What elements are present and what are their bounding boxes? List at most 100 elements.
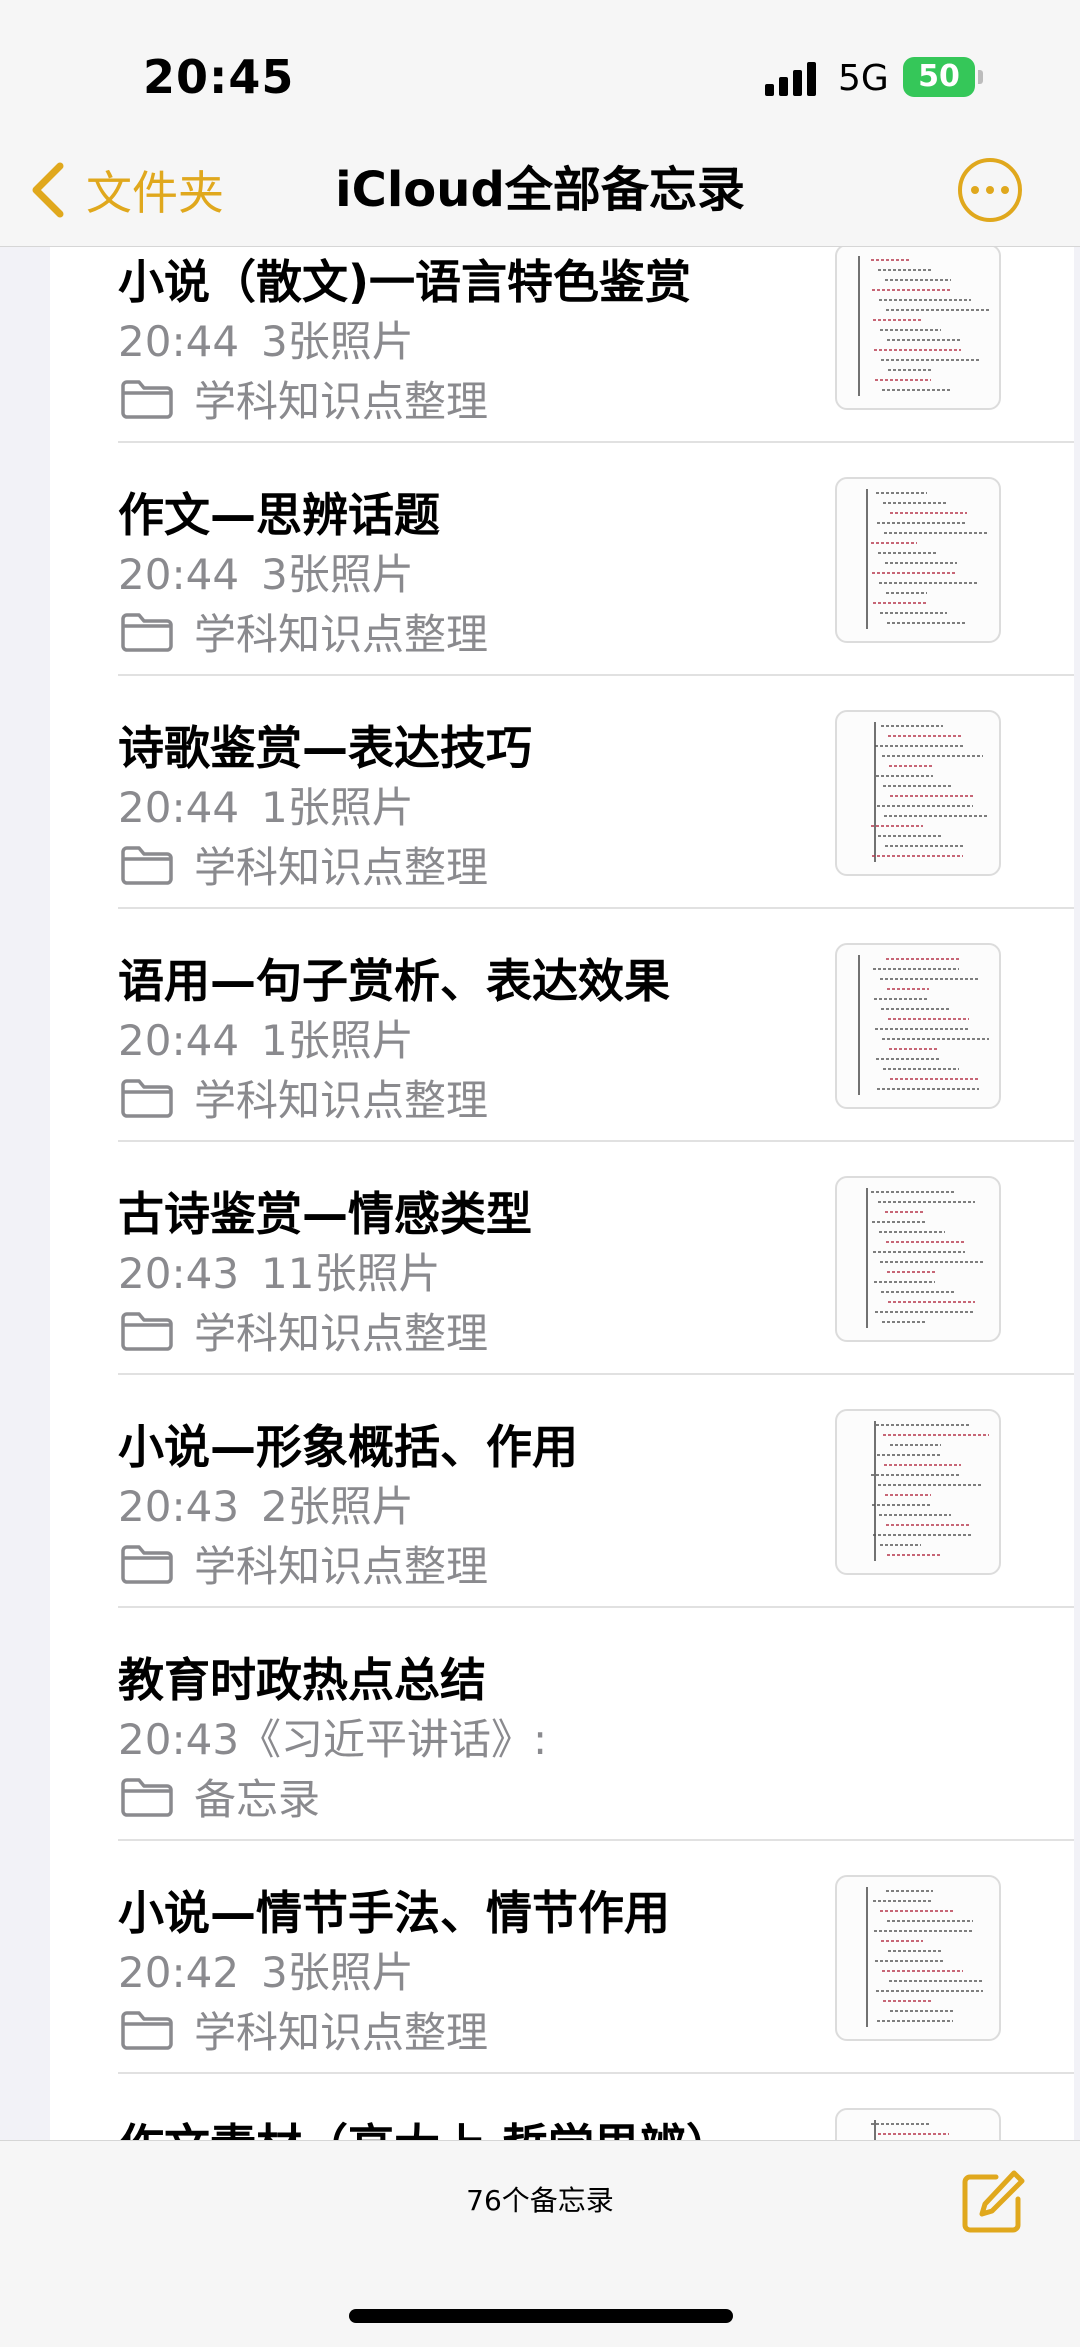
home-indicator xyxy=(349,2309,733,2323)
page-title: iCloud全部备忘录 xyxy=(335,162,745,218)
folder-label: 学科知识点整理 xyxy=(194,843,489,892)
note-time: 20:43 xyxy=(118,1715,240,1764)
folder-label: 学科知识点整理 xyxy=(194,610,489,659)
note-thumbnail xyxy=(835,710,1001,876)
nav-bar: 文件夹 iCloud全部备忘录 xyxy=(0,150,1080,247)
note-thumbnail xyxy=(835,1409,1001,1575)
note-meta: 20:44 1张照片 xyxy=(118,774,414,835)
handwritten-notes-image xyxy=(858,955,989,1095)
note-title: 小说—情节手法、情节作用 xyxy=(118,1886,670,1940)
notes-screen: 20:45 5G 50 文件夹 iCloud全部备忘录 小说（散文)一语言特色鉴… xyxy=(0,0,1080,2347)
notes-list-container[interactable]: 小说（散文)一语言特色鉴赏 20:44 3张照片 学科知识点整理 作文—思辨话题 20:4… xyxy=(50,246,1074,2140)
note-preview: 11张照片 xyxy=(261,1249,441,1298)
note-time: 20:43 xyxy=(118,1482,240,1531)
note-title: 诗歌鉴赏—表达技巧 xyxy=(118,721,532,775)
note-meta: 20:42 3张照片 xyxy=(118,1939,414,2000)
folder-icon xyxy=(121,1311,173,1351)
more-dot xyxy=(1001,186,1009,194)
note-folder: 学科知识点整理 xyxy=(120,1533,488,1594)
note-row[interactable]: 教育时政热点总结 20:43《习近平讲话》: 备忘录 xyxy=(50,1608,1074,1841)
folder-icon xyxy=(121,612,173,652)
note-time: 20:43 xyxy=(118,1249,240,1298)
handwritten-notes-image xyxy=(866,489,987,629)
note-row[interactable]: 小说—情节手法、情节作用 20:42 3张照片学科知识点整理 xyxy=(50,1841,1074,2074)
note-preview: 1张照片 xyxy=(261,1016,414,1065)
folder-label: 学科知识点整理 xyxy=(194,1076,489,1125)
note-row[interactable]: 古诗鉴赏—情感类型 20:43 11张照片学科知识点整理 xyxy=(50,1142,1074,1375)
folder-label: 学科知识点整理 xyxy=(194,1309,489,1358)
note-row[interactable]: 作文素材（高大上 哲学思辨） xyxy=(50,2074,1074,2140)
handwritten-notes-image xyxy=(871,2120,949,2140)
note-time: 20:44 xyxy=(118,1016,240,1065)
note-row[interactable]: 作文—思辨话题 20:44 3张照片学科知识点整理 xyxy=(50,443,1074,676)
note-time: 20:44 xyxy=(118,317,240,366)
folder-icon xyxy=(121,845,173,885)
cellular-signal-icon xyxy=(765,62,816,96)
note-count: 76个备忘录 xyxy=(466,2184,614,2217)
note-title: 教育时政热点总结 xyxy=(118,1653,486,1707)
note-folder: 学科知识点整理 xyxy=(120,1300,488,1361)
note-preview: 2张照片 xyxy=(261,1482,414,1531)
network-type: 5G xyxy=(838,58,889,99)
note-folder: 学科知识点整理 xyxy=(120,368,488,429)
note-thumbnail xyxy=(835,943,1001,1109)
note-title: 作文素材（高大上 哲学思辨） xyxy=(118,2110,838,2140)
more-dot xyxy=(986,186,994,194)
note-title: 小说（散文)一语言特色鉴赏 xyxy=(118,255,692,309)
compose-icon[interactable] xyxy=(960,2169,1026,2235)
folder-icon xyxy=(121,1777,173,1817)
folder-icon xyxy=(121,379,173,419)
folder-icon xyxy=(121,1544,173,1584)
note-time: 20:44 xyxy=(118,550,240,599)
note-thumbnail xyxy=(835,477,1001,643)
note-meta: 20:44 1张照片 xyxy=(118,1007,414,1068)
note-title: 古诗鉴赏—情感类型 xyxy=(118,1187,532,1241)
note-time: 20:44 xyxy=(118,783,240,832)
folder-label: 学科知识点整理 xyxy=(194,1542,489,1591)
status-time: 20:45 xyxy=(143,50,295,104)
folder-label: 备忘录 xyxy=(194,1775,321,1824)
note-row[interactable]: 小说（散文)一语言特色鉴赏 20:44 3张照片学科知识点整理 xyxy=(50,246,1074,443)
battery-level: 50 xyxy=(918,59,960,94)
folder-label: 学科知识点整理 xyxy=(194,377,489,426)
note-meta: 20:43 11张照片 xyxy=(118,1240,441,1301)
note-folder: 学科知识点整理 xyxy=(120,601,488,662)
note-meta: 20:43《习近平讲话》: xyxy=(118,1706,547,1767)
note-thumbnail xyxy=(835,2108,1001,2140)
note-title: 作文—思辨话题 xyxy=(118,488,440,542)
note-row[interactable]: 语用—句子赏析、表达效果 20:44 1张照片学科知识点整理 xyxy=(50,909,1074,1142)
status-bar: 20:45 5G 50 xyxy=(0,0,1080,150)
handwritten-notes-image xyxy=(866,1188,985,1328)
more-dot xyxy=(971,186,979,194)
note-folder: 学科知识点整理 xyxy=(120,1067,488,1128)
folder-label: 学科知识点整理 xyxy=(194,2008,489,2057)
note-folder: 学科知识点整理 xyxy=(120,1999,488,2060)
folder-icon xyxy=(121,2010,173,2050)
handwritten-notes-image xyxy=(866,1887,983,2027)
note-title: 语用—句子赏析、表达效果 xyxy=(118,954,670,1008)
note-folder: 学科知识点整理 xyxy=(120,834,488,895)
note-meta: 20:43 2张照片 xyxy=(118,1473,414,1534)
note-thumbnail xyxy=(835,1176,1001,1342)
note-thumbnail xyxy=(835,246,1001,410)
note-thumbnail xyxy=(835,1875,1001,2041)
note-time: 20:42 xyxy=(118,1948,240,1997)
note-row[interactable]: 小说—形象概括、作用 20:43 2张照片学科知识点整理 xyxy=(50,1375,1074,1608)
back-button[interactable]: 文件夹 xyxy=(28,150,224,230)
more-ellipsis-icon[interactable] xyxy=(958,158,1022,222)
folder-icon xyxy=(121,1078,173,1118)
note-meta: 20:44 3张照片 xyxy=(118,541,414,602)
handwritten-notes-image xyxy=(858,256,989,396)
note-preview: 《习近平讲话》: xyxy=(239,1715,548,1764)
back-label: 文件夹 xyxy=(86,166,224,220)
handwritten-notes-image xyxy=(871,1421,989,1561)
bottom-toolbar: 76个备忘录 xyxy=(0,2140,1080,2347)
battery-cap xyxy=(978,70,983,84)
note-preview: 1张照片 xyxy=(261,783,414,832)
note-meta: 20:44 3张照片 xyxy=(118,308,414,369)
note-preview: 3张照片 xyxy=(261,550,414,599)
note-title: 小说—形象概括、作用 xyxy=(118,1420,578,1474)
handwritten-notes-image xyxy=(871,722,989,862)
notes-list: 小说（散文)一语言特色鉴赏 20:44 3张照片 学科知识点整理 作文—思辨话题 20:4… xyxy=(50,246,1074,2140)
note-row[interactable]: 诗歌鉴赏—表达技巧 20:44 1张照片学科知识点整理 xyxy=(50,676,1074,909)
